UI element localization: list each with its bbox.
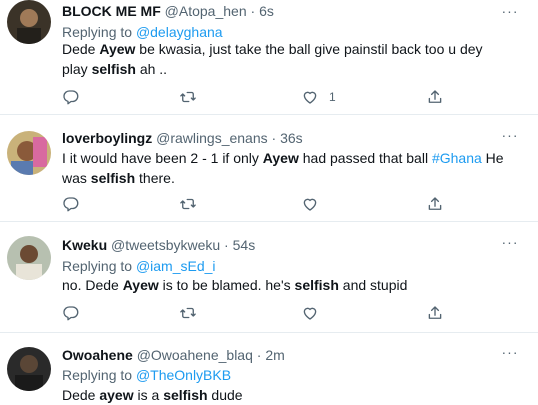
display-name[interactable]: Owoahene bbox=[62, 347, 133, 363]
hashtag-link[interactable]: #Ghana bbox=[432, 150, 482, 166]
tweet-text: no. Dede Ayew is to be blamed. he's self… bbox=[62, 275, 512, 295]
action-bar bbox=[62, 304, 462, 322]
highlighted-keyword: Ayew bbox=[122, 277, 159, 293]
username[interactable]: @Atopa_hen bbox=[165, 3, 247, 19]
like-button[interactable] bbox=[301, 195, 329, 213]
share-button[interactable] bbox=[426, 195, 444, 213]
retweet-icon bbox=[180, 307, 196, 319]
more-icon[interactable]: ··· bbox=[500, 235, 520, 251]
reply-button[interactable] bbox=[62, 88, 80, 106]
action-bar: 1 bbox=[62, 88, 462, 106]
text-segment: is to be blamed. he's bbox=[158, 277, 295, 293]
highlighted-keyword: selfish bbox=[163, 387, 208, 403]
highlighted-keyword: Ayew bbox=[262, 150, 299, 166]
timestamp[interactable]: 2m bbox=[265, 347, 284, 363]
share-icon bbox=[428, 306, 442, 319]
retweet-icon bbox=[180, 91, 196, 103]
replying-to-link[interactable]: @delayghana bbox=[136, 24, 223, 40]
like-button[interactable]: 1 bbox=[301, 88, 336, 106]
text-segment: Dede bbox=[62, 387, 100, 403]
dot-separator: · bbox=[252, 347, 266, 363]
text-segment: I it would have been 2 - 1 if only bbox=[62, 150, 263, 166]
text-segment: there. bbox=[135, 170, 175, 186]
like-button[interactable] bbox=[301, 304, 329, 322]
reply-button[interactable] bbox=[62, 195, 80, 213]
more-icon[interactable]: ··· bbox=[500, 4, 520, 20]
heart-icon bbox=[303, 198, 317, 211]
reply-icon bbox=[63, 197, 79, 212]
tweet-2[interactable]: loverboylingz @rawlings_enans · 36s ··· … bbox=[0, 115, 538, 221]
highlighted-keyword: Ayew bbox=[99, 41, 136, 57]
share-icon bbox=[428, 197, 442, 210]
highlighted-keyword: selfish bbox=[91, 61, 136, 77]
dot-separator: · bbox=[246, 3, 260, 19]
tweet-text: Dede Ayew be kwasia, just take the ball … bbox=[62, 39, 512, 79]
replying-to: Replying to @iam_sEd_i bbox=[62, 258, 216, 275]
like-count: 1 bbox=[329, 90, 336, 104]
display-name[interactable]: loverboylingz bbox=[62, 130, 152, 146]
dot-separator: · bbox=[267, 130, 281, 146]
tweet-header: BLOCK ME MF @Atopa_hen · 6s bbox=[62, 3, 274, 20]
text-segment: no. Dede bbox=[62, 277, 123, 293]
replying-to-label: Replying to bbox=[62, 24, 136, 40]
text-segment: is a bbox=[133, 387, 164, 403]
retweet-icon bbox=[180, 198, 196, 210]
avatar[interactable] bbox=[7, 0, 51, 44]
timestamp[interactable]: 6s bbox=[259, 3, 274, 19]
reply-icon bbox=[63, 306, 79, 321]
replying-to-label: Replying to bbox=[62, 367, 136, 383]
username[interactable]: @Owoahene_blaq bbox=[137, 347, 253, 363]
tweet-header: loverboylingz @rawlings_enans · 36s bbox=[62, 130, 303, 147]
tweet-4[interactable]: Owoahene @Owoahene_blaq · 2m ··· Replyin… bbox=[0, 333, 538, 403]
username[interactable]: @tweetsbykweku bbox=[111, 237, 220, 253]
more-icon[interactable]: ··· bbox=[500, 128, 520, 144]
display-name[interactable]: Kweku bbox=[62, 237, 107, 253]
action-bar bbox=[62, 195, 462, 213]
tweet-1[interactable]: BLOCK ME MF @Atopa_hen · 6s ··· Replying… bbox=[0, 0, 538, 114]
text-segment: had passed that ball bbox=[298, 150, 432, 166]
tweet-text: Dede ayew is a selfish dude bbox=[62, 385, 512, 405]
highlighted-keyword: selfish bbox=[294, 277, 339, 293]
timestamp[interactable]: 54s bbox=[233, 237, 256, 253]
tweet-text: I it would have been 2 - 1 if only Ayew … bbox=[62, 148, 512, 188]
text-segment: and stupid bbox=[338, 277, 408, 293]
more-icon[interactable]: ··· bbox=[500, 345, 520, 361]
share-icon bbox=[428, 90, 442, 103]
reply-icon bbox=[63, 90, 79, 105]
retweet-button[interactable] bbox=[179, 195, 197, 213]
text-segment: ah .. bbox=[135, 61, 168, 77]
display-name[interactable]: BLOCK ME MF bbox=[62, 3, 161, 19]
replying-to: Replying to @TheOnlyBKB bbox=[62, 367, 231, 384]
retweet-button[interactable] bbox=[179, 304, 197, 322]
retweet-button[interactable] bbox=[179, 88, 197, 106]
highlighted-keyword: ayew bbox=[99, 387, 134, 403]
username[interactable]: @rawlings_enans bbox=[156, 130, 268, 146]
heart-icon bbox=[303, 307, 317, 320]
text-segment: dude bbox=[207, 387, 243, 403]
tweet-3[interactable]: Kweku @tweetsbykweku · 54s ··· Replying … bbox=[0, 222, 538, 332]
text-segment: Dede bbox=[62, 41, 100, 57]
reply-button[interactable] bbox=[62, 304, 80, 322]
replying-to-label: Replying to bbox=[62, 258, 136, 274]
replying-to-link[interactable]: @TheOnlyBKB bbox=[136, 367, 231, 383]
avatar[interactable] bbox=[7, 236, 51, 280]
share-button[interactable] bbox=[426, 88, 444, 106]
replying-to-link[interactable]: @iam_sEd_i bbox=[136, 258, 216, 274]
highlighted-keyword: selfish bbox=[90, 170, 136, 186]
avatar[interactable] bbox=[7, 347, 51, 391]
timestamp[interactable]: 36s bbox=[280, 130, 303, 146]
avatar[interactable] bbox=[7, 131, 51, 175]
dot-separator: · bbox=[220, 237, 233, 253]
share-button[interactable] bbox=[426, 304, 444, 322]
heart-icon bbox=[303, 91, 317, 104]
tweet-header: Kweku @tweetsbykweku · 54s bbox=[62, 237, 255, 254]
tweet-header: Owoahene @Owoahene_blaq · 2m bbox=[62, 347, 285, 364]
